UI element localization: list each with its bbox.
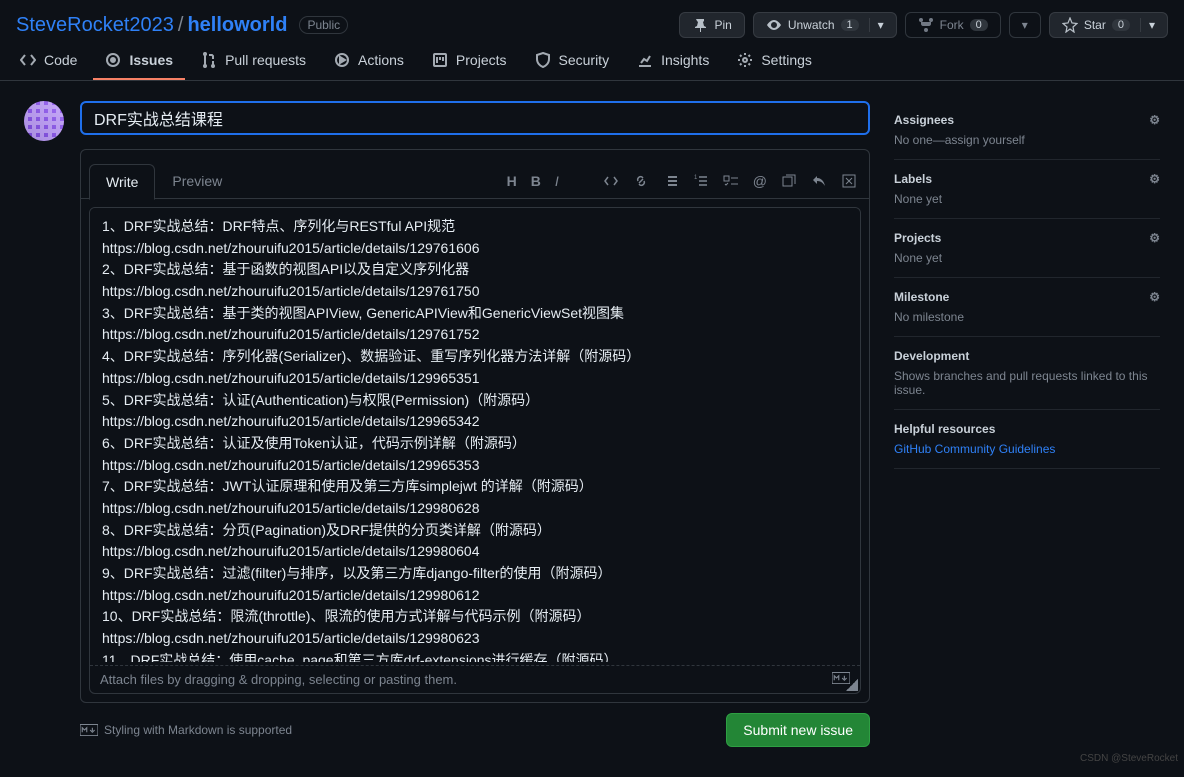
write-tab[interactable]: Write <box>89 164 155 200</box>
gear-icon[interactable]: ⚙ <box>1149 231 1160 245</box>
development-heading: Development <box>894 349 969 363</box>
markdown-icon <box>80 724 98 736</box>
fork-button[interactable]: Fork 0 <box>905 12 1001 38</box>
quote-icon[interactable] <box>573 173 589 189</box>
tasklist-icon[interactable] <box>723 173 739 189</box>
visibility-badge: Public <box>299 16 348 34</box>
resize-handle[interactable] <box>846 679 858 691</box>
fork-dropdown[interactable]: ▾ <box>1009 12 1041 38</box>
pin-button[interactable]: Pin <box>679 12 744 38</box>
pin-icon <box>692 17 708 33</box>
pin-label: Pin <box>714 18 731 32</box>
gear-icon[interactable]: ⚙ <box>1149 290 1160 304</box>
tab-insights[interactable]: Insights <box>625 42 721 80</box>
chevron-down-icon: ▾ <box>1140 18 1155 32</box>
italic-icon[interactable]: I <box>555 173 559 189</box>
expand-icon[interactable] <box>841 173 857 189</box>
owner-link[interactable]: SteveRocket2023 <box>16 14 174 37</box>
repo-link[interactable]: helloworld <box>187 14 287 37</box>
star-button[interactable]: Star 0 ▾ <box>1049 12 1168 38</box>
svg-text:1: 1 <box>694 175 698 181</box>
slash: / <box>178 14 184 37</box>
helpful-heading: Helpful resources <box>894 422 995 436</box>
ol-icon[interactable]: 1 <box>693 173 709 189</box>
tab-code[interactable]: Code <box>8 42 89 80</box>
bold-icon[interactable]: B <box>531 173 541 189</box>
code-icon[interactable] <box>603 173 619 189</box>
eye-icon <box>766 17 782 33</box>
guidelines-link[interactable]: GitHub Community Guidelines <box>894 442 1055 456</box>
sidebar: Assignees ⚙ No one—assign yourself Labels… <box>894 101 1160 757</box>
chevron-down-icon: ▾ <box>869 18 884 32</box>
tab-actions[interactable]: Actions <box>322 42 416 80</box>
preview-tab[interactable]: Preview <box>155 163 239 199</box>
gear-icon[interactable]: ⚙ <box>1149 172 1160 186</box>
issue-title-input[interactable] <box>80 101 870 135</box>
milestone-heading[interactable]: Milestone <box>894 290 949 304</box>
avatar[interactable] <box>24 101 64 141</box>
assign-yourself-link[interactable]: assign yourself <box>945 133 1025 147</box>
md-toolbar: H B I 1 @ <box>507 173 869 189</box>
tab-issues[interactable]: Issues <box>93 42 185 80</box>
projects-heading[interactable]: Projects <box>894 231 941 245</box>
labels-heading[interactable]: Labels <box>894 172 932 186</box>
assignees-heading[interactable]: Assignees <box>894 113 954 127</box>
watch-count: 1 <box>841 19 859 31</box>
fork-count: 0 <box>970 19 988 31</box>
tab-pulls[interactable]: Pull requests <box>189 42 318 80</box>
gear-icon[interactable]: ⚙ <box>1149 113 1160 127</box>
labels-value: None yet <box>894 192 1160 206</box>
submit-button[interactable]: Submit new issue <box>726 713 870 747</box>
star-label: Star <box>1084 18 1106 32</box>
mention-icon[interactable]: @ <box>753 173 767 189</box>
tab-projects[interactable]: Projects <box>420 42 519 80</box>
issue-body-textarea[interactable] <box>90 208 860 662</box>
link-icon[interactable] <box>633 173 649 189</box>
issue-form: Write Preview H B I 1 @ <box>80 101 870 757</box>
star-count: 0 <box>1112 19 1130 31</box>
assignees-value: No one— <box>894 133 945 147</box>
heading-icon[interactable]: H <box>507 173 517 189</box>
repo-actions: Pin Unwatch 1 ▾ Fork 0 ▾ Star 0 ▾ <box>679 12 1168 38</box>
unwatch-label: Unwatch <box>788 18 835 32</box>
ul-icon[interactable] <box>663 173 679 189</box>
md-hint[interactable]: Styling with Markdown is supported <box>80 723 292 737</box>
watermark: CSDN @SteveRocket <box>1080 753 1178 764</box>
attach-hint[interactable]: Attach files by dragging & dropping, sel… <box>100 672 457 687</box>
unwatch-button[interactable]: Unwatch 1 ▾ <box>753 12 897 38</box>
tab-security[interactable]: Security <box>523 42 622 80</box>
projects-value: None yet <box>894 251 1160 265</box>
repo-nav: Code Issues Pull requests Actions Projec… <box>0 42 1184 81</box>
repo-header: SteveRocket2023 / helloworld Public Pin … <box>0 0 1184 42</box>
development-value: Shows branches and pull requests linked … <box>894 369 1160 397</box>
reply-icon[interactable] <box>811 173 827 189</box>
fork-icon <box>918 17 934 33</box>
tab-settings[interactable]: Settings <box>725 42 824 80</box>
breadcrumb: SteveRocket2023 / helloworld Public <box>16 14 348 37</box>
reference-icon[interactable] <box>781 173 797 189</box>
milestone-value: No milestone <box>894 310 1160 324</box>
fork-label: Fork <box>940 18 964 32</box>
star-icon <box>1062 17 1078 33</box>
